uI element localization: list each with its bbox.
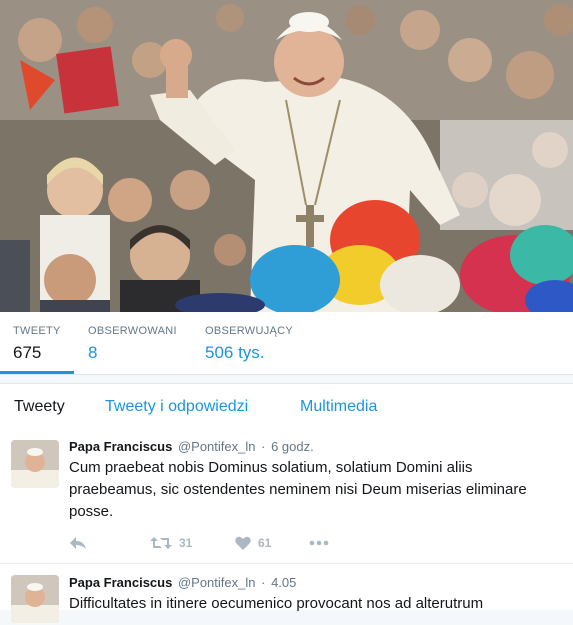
retweet-button[interactable]: 31 [150,533,192,553]
retweet-count: 31 [179,536,193,550]
tab-media[interactable]: Multimedia [300,397,377,417]
tab-tweets[interactable]: Tweety [14,397,65,417]
tweet-header: Papa Franciscus @Pontifex_ln · 4.05 [69,575,296,591]
stat-followers-value: 506 tys. [205,343,265,362]
timeline-tabs: Tweety Tweety i odpowiedzi Multimedia [0,383,573,431]
tweet-author-handle[interactable]: @Pontifex_ln [178,575,256,590]
avatar[interactable] [11,575,59,623]
avatar-image [11,440,59,488]
avatar[interactable] [11,440,59,488]
like-button[interactable]: 61 [235,533,271,553]
tweet-author-handle[interactable]: @Pontifex_ln [178,439,256,454]
tweet-timestamp[interactable]: 6 godz. [271,439,314,454]
tab-tweets-and-replies[interactable]: Tweety i odpowiedzi [105,397,248,417]
like-icon [235,536,251,550]
more-icon [309,540,329,546]
reply-button[interactable] [69,533,87,553]
tweet-actions: 31 61 [69,533,369,553]
more-button[interactable] [309,533,329,553]
retweet-icon [150,536,172,550]
stat-followers-label: OBSERWUJĄCY [205,325,294,337]
avatar-image [11,575,59,623]
stat-following[interactable]: OBSERWOWANI 8 [88,312,177,374]
stat-tweets[interactable]: TWEETY 675 [0,312,74,374]
profile-stats-bar: TWEETY 675 OBSERWOWANI 8 OBSERWUJĄCY 506… [0,312,573,375]
tweet-header: Papa Franciscus @Pontifex_ln · 6 godz. [69,439,314,455]
stat-tweets-value: 675 [13,343,42,362]
tweet-timestamp[interactable]: 4.05 [271,575,296,590]
tweet[interactable]: Papa Franciscus @Pontifex_ln · 6 godz. C… [0,430,573,564]
tweet[interactable]: Papa Franciscus @Pontifex_ln · 4.05 Diff… [0,565,573,625]
stat-followers[interactable]: OBSERWUJĄCY 506 tys. [205,312,293,374]
stat-following-value: 8 [88,343,98,362]
tweet-time-separator: · [261,575,266,590]
stat-tweets-label: TWEETY [13,325,61,337]
tweet-timeline: Papa Franciscus @Pontifex_ln · 6 godz. C… [0,430,573,623]
header-photo-illustration [0,0,573,312]
tweet-author-name[interactable]: Papa Franciscus [69,439,172,454]
like-count: 61 [258,536,272,550]
stat-following-label: OBSERWOWANI [88,325,177,337]
tweet-author-name[interactable]: Papa Franciscus [69,575,172,590]
tweet-text: Difficultates in itinere oecumenico prov… [69,595,484,612]
profile-header-photo[interactable] [0,0,573,312]
tweet-time-separator: · [261,439,266,454]
tweet-text: Cum praebeat nobis Dominus solatium, sol… [69,459,527,520]
reply-icon [69,536,87,550]
